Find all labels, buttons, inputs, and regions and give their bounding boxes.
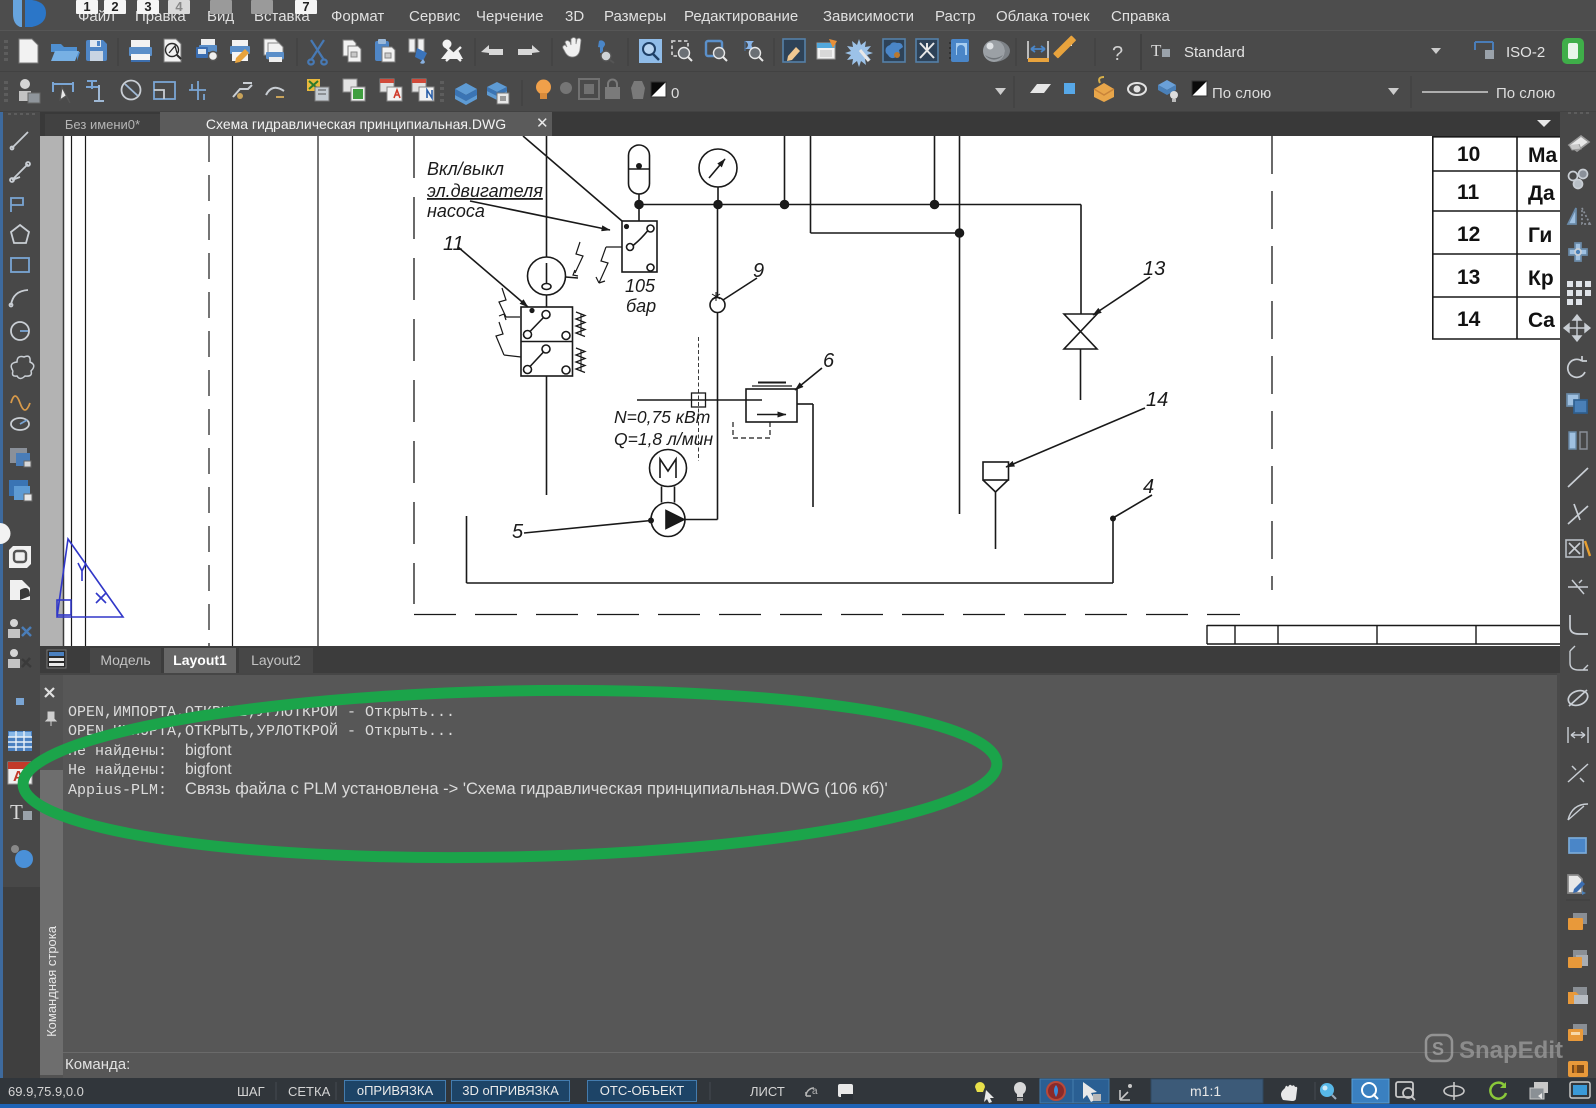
svg-text:T: T xyxy=(1151,41,1162,60)
svg-text:По слою: По слою xyxy=(1496,85,1555,102)
svg-text:Standard: Standard xyxy=(1184,44,1245,61)
svg-text:T: T xyxy=(10,800,23,824)
svg-text:По слою: По слою xyxy=(1212,85,1271,102)
svg-text:A: A xyxy=(13,768,24,785)
svg-text:S: S xyxy=(1432,1039,1444,1059)
svg-text:SnapEdit: SnapEdit xyxy=(1459,1037,1563,1064)
svg-text:?: ? xyxy=(1112,43,1123,65)
svg-text:m1:1: m1:1 xyxy=(1190,1083,1221,1099)
svg-text:ISO-2: ISO-2 xyxy=(1506,44,1545,61)
svg-text:a: a xyxy=(812,1086,818,1097)
svg-text:0: 0 xyxy=(671,85,679,102)
